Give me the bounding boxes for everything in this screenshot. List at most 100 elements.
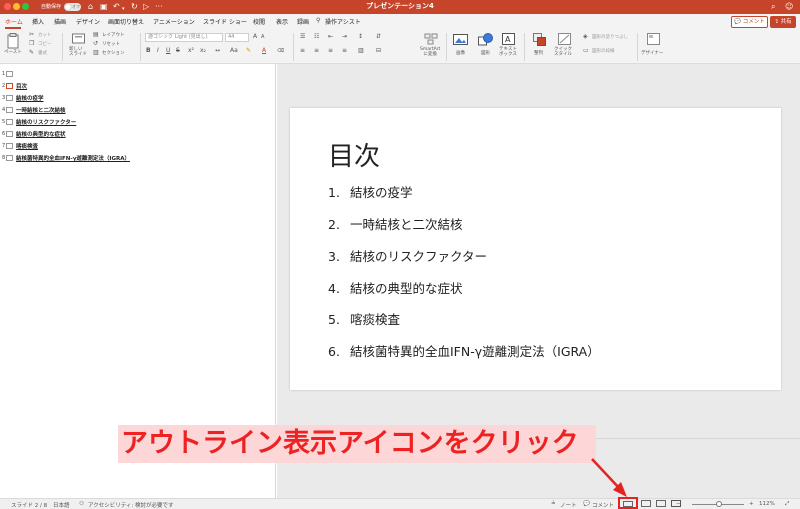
ribbon-tabs: ホーム 挿入 描画 デザイン 画面切り替え アニメーション スライド ショー 校… [0,14,800,30]
tell-me-search[interactable]: 操作アシスト [325,17,361,26]
reset-icon[interactable]: ↺ [93,40,98,48]
section-icon[interactable]: ▥ [93,49,99,57]
textbox-icon[interactable]: A [502,33,516,46]
outline-slide-title[interactable]: 目次 [16,82,27,90]
tab-review[interactable]: 校閲 [253,17,265,26]
slide-list-item[interactable]: 6. 結核菌特異的全血IFN-γ遊離測定法（IGRA） [328,341,600,360]
font-color-icon[interactable]: A [262,47,266,55]
outline-slide-title[interactable]: 結核のリスクファクター [16,118,76,126]
slide-list-item[interactable]: 4. 結核の典型的な症状 [328,278,463,297]
numbering-icon[interactable]: ☷ [314,33,319,41]
search-icon[interactable]: ⌕ [771,1,775,13]
decrease-indent-icon[interactable]: ⇤ [328,33,333,41]
zoom-slider-knob[interactable] [716,501,722,507]
font-name-select[interactable]: 游ゴシック Light (見出し) [145,33,223,42]
align-right-icon[interactable]: ≡ [328,47,333,55]
format-painter-icon[interactable]: ✎ [29,49,34,57]
increase-indent-icon[interactable]: ⇥ [342,33,347,41]
bold-icon[interactable]: B [146,47,151,55]
outline-row[interactable]: 7 喀痰検査 [0,141,275,151]
tab-view[interactable]: 表示 [276,17,288,26]
slide-list-item[interactable]: 3. 結核のリスクファクター [328,246,487,265]
tab-record[interactable]: 録画 [297,17,309,26]
slide-list-item[interactable]: 5. 喀痰検査 [328,309,400,328]
outline-view-button[interactable] [618,497,638,509]
shape-fill-icon[interactable]: ◈ [583,33,588,41]
comment-button[interactable]: 💬 コメント [731,16,768,28]
slide-sorter-view-icon[interactable] [641,500,651,507]
change-case-icon[interactable]: Aa [230,47,238,55]
tab-insert[interactable]: 挿入 [32,17,44,26]
character-spacing-icon[interactable]: ↔ [215,47,220,55]
outline-slide-title[interactable]: 結核の疫学 [16,94,44,102]
notes-button[interactable]: ノート [560,501,577,509]
text-direction-icon[interactable]: ⇵ [376,33,381,41]
slide-canvas[interactable]: 目次 1. 結核の疫学 2. 一時結核と二次結核 3. 結核のリスクファクター 4. 結… [290,108,781,390]
account-icon[interactable]: ☺ [785,1,793,13]
zoom-level[interactable]: 112% [759,501,775,507]
outline-slide-title[interactable]: 結核菌特異的全血IFN-γ遊離測定法（IGRA） [16,154,130,162]
tab-design[interactable]: デザイン [76,17,100,26]
smartart-icon[interactable] [424,33,438,45]
outline-row[interactable]: 1 [0,69,275,79]
zoom-in-icon[interactable]: + [749,501,754,507]
align-center-icon[interactable]: ≡ [314,47,319,55]
outline-slide-title[interactable]: 一時結核と二次結核 [16,106,66,114]
share-button[interactable]: ⇪ 共有 [770,16,796,28]
new-slide-icon[interactable] [72,33,86,45]
shape-outline-icon[interactable]: ▭ [583,47,589,55]
comments-button[interactable]: コメント [592,501,614,509]
outline-slide-title[interactable]: 結核の典型的な症状 [16,130,66,138]
columns-icon[interactable]: ▥ [358,47,364,55]
outline-row[interactable]: 5 結核のリスクファクター [0,117,275,127]
fit-to-window-icon[interactable]: ⤢ [785,501,789,508]
cut-icon[interactable]: ✂ [29,31,34,39]
align-left-icon[interactable]: ≡ [300,47,305,55]
outline-row[interactable]: 6 結核の典型的な症状 [0,129,275,139]
picture-icon[interactable] [453,34,469,46]
arrange-icon[interactable] [533,33,547,46]
subscript-icon[interactable]: x₂ [200,47,206,55]
comments-icon[interactable]: 💬 [583,501,590,507]
underline-icon[interactable]: U [166,47,170,55]
arrange-label: 整列 [534,51,543,56]
language-indicator[interactable]: 日本語 [53,501,70,509]
outline-row[interactable]: 2 目次 [0,81,275,91]
tab-transitions[interactable]: 画面切り替え [108,17,144,26]
designer-icon[interactable] [647,33,661,46]
outline-row[interactable]: 3 結核の疫学 [0,93,275,103]
grow-font-icon[interactable]: A [253,33,257,41]
font-size-select[interactable]: 44 [225,33,249,42]
tab-home[interactable]: ホーム [5,17,23,26]
slide-list-item[interactable]: 2. 一時結核と二次結核 [328,214,463,233]
justify-icon[interactable]: ≡ [342,47,347,55]
tab-draw[interactable]: 描画 [54,17,66,26]
paste-icon[interactable] [6,33,20,49]
clear-format-icon[interactable]: ⌫ [277,47,284,55]
accessibility-icon[interactable]: ⚇ [79,501,84,507]
quick-styles-icon[interactable] [558,33,572,46]
reading-view-icon[interactable] [656,500,666,507]
line-spacing-icon[interactable]: ↕ [358,33,363,41]
copy-icon[interactable]: ❐ [29,40,34,48]
outline-row[interactable]: 4 一時結核と二次結核 [0,105,275,115]
slide-list-item[interactable]: 1. 結核の疫学 [328,182,413,201]
outline-row[interactable]: 8 結核菌特異的全血IFN-γ遊離測定法（IGRA） [0,153,275,163]
bullets-icon[interactable]: ☰ [300,33,305,41]
slide-title[interactable]: 目次 [328,136,380,173]
tab-slideshow[interactable]: スライド ショー [203,17,247,26]
layout-icon[interactable]: ▤ [93,31,99,39]
strikethrough-icon[interactable]: S [176,47,180,55]
highlight-icon[interactable]: ✎ [246,47,251,55]
shapes-icon[interactable] [478,33,494,46]
accessibility-status[interactable]: アクセシビリティ: 検討が必要です [88,501,174,509]
outline-slide-number: 5 [2,119,6,125]
superscript-icon[interactable]: x² [188,47,194,55]
align-text-icon[interactable]: ⊟ [376,47,381,55]
notes-icon[interactable]: ≟ [551,501,556,507]
shrink-font-icon[interactable]: A [261,33,264,41]
tab-animations[interactable]: アニメーション [153,17,195,26]
outline-slide-title[interactable]: 喀痰検査 [16,142,38,150]
italic-icon[interactable]: I [157,47,159,55]
slideshow-view-icon[interactable] [671,500,681,507]
